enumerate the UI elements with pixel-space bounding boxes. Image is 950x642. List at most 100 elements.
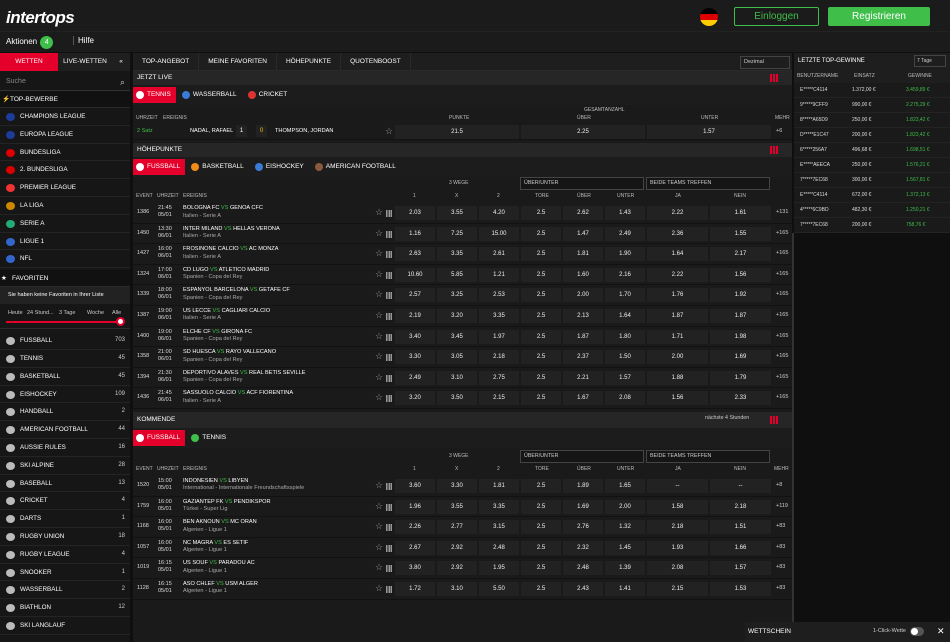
- hl-tab-basketball[interactable]: BASKETBALL: [188, 159, 249, 175]
- odds-cell-g[interactable]: 2.5: [521, 478, 561, 493]
- odds-cell-ov[interactable]: 2.76: [563, 520, 603, 535]
- odds-cell-g[interactable]: 2.5: [521, 520, 561, 535]
- up-tab-football[interactable]: FUSSBALL: [133, 429, 186, 446]
- odds-cell-o2[interactable]: 2.75: [479, 370, 519, 385]
- odds-cell-o1[interactable]: 2.03: [395, 206, 435, 220]
- favorite-star-icon[interactable]: ☆: [375, 269, 383, 280]
- odds-cell-g[interactable]: 2.5: [521, 206, 561, 220]
- match-row[interactable]: 1394 21:30 06/01 DEPORTIVO ALAVES VS REAL B…: [133, 367, 792, 389]
- odds-cell-y[interactable]: 1.64: [647, 247, 708, 262]
- odds-cell-y[interactable]: 2.22: [647, 206, 708, 220]
- stats-icon[interactable]: [386, 271, 392, 279]
- more-markets-link[interactable]: +165: [776, 374, 788, 380]
- btts-select[interactable]: BEIDE TEAMS TREFFEN: [646, 449, 770, 463]
- sidebar-item-sport[interactable]: EISHOCKEY 109: [0, 386, 130, 404]
- odds-cell-n[interactable]: 2.17: [710, 247, 771, 262]
- odds-cell-g[interactable]: 2.5: [521, 540, 561, 555]
- odds-cell-o1[interactable]: 3.60: [395, 478, 435, 493]
- favorite-star-icon[interactable]: ☆: [375, 542, 383, 553]
- odds-cell-o2[interactable]: 2.61: [479, 247, 519, 262]
- match-row[interactable]: 1168 16:00 05/01 BEN AKNOUN VS MC ORAN Alger…: [133, 517, 792, 538]
- more-markets-link[interactable]: +83: [776, 523, 785, 529]
- language-flag-icon[interactable]: [700, 8, 718, 26]
- close-icon[interactable]: ✕: [937, 626, 945, 637]
- odds-cell-n[interactable]: 1.56: [710, 267, 771, 282]
- more-markets-link[interactable]: +165: [776, 312, 788, 318]
- odds-cell-o1[interactable]: 2.19: [395, 308, 435, 323]
- stats-icon[interactable]: [386, 565, 392, 573]
- odds-cell-o2[interactable]: 15.00: [479, 226, 519, 241]
- sidebar-item-competition[interactable]: PREMIER LEAGUE: [0, 179, 130, 197]
- favorite-star-icon[interactable]: ☆: [375, 480, 383, 491]
- one-click-toggle[interactable]: [910, 627, 924, 636]
- odds-cell-o2[interactable]: 4.20: [479, 206, 519, 220]
- sidebar-item-competition[interactable]: NFL: [0, 250, 130, 269]
- odds-cell-n[interactable]: 1.87: [710, 308, 771, 323]
- sidebar-item-sport[interactable]: AUSSIE RULES 16: [0, 439, 130, 457]
- odds-cell-ov[interactable]: 1.67: [563, 391, 603, 406]
- odds-cell-o1[interactable]: 1.96: [395, 499, 435, 514]
- odds-cell-n[interactable]: 1.61: [710, 206, 771, 220]
- range-week[interactable]: Woche: [87, 310, 104, 316]
- nav-top-offer[interactable]: TOP-ANGEBOT: [133, 53, 200, 71]
- odds-cell-ov[interactable]: 2.48: [563, 561, 603, 576]
- odds-cell-g[interactable]: 2.5: [521, 370, 561, 385]
- odds-cell-ov[interactable]: 2.32: [563, 540, 603, 555]
- nav-odds-boost[interactable]: QUOTENBOOST: [341, 53, 411, 71]
- live-tab-tennis[interactable]: TENNIS: [133, 87, 176, 103]
- more-markets-link[interactable]: +83: [776, 585, 785, 591]
- odds-cell-y[interactable]: 2.36: [647, 226, 708, 241]
- match-row[interactable]: 1339 18:00 06/01 ESPANYOL BARCELONA VS GETA…: [133, 285, 792, 306]
- odds-cell-y[interactable]: 1.87: [647, 308, 708, 323]
- odds-cell-un[interactable]: 1.70: [605, 288, 645, 303]
- top-competitions-header[interactable]: ⚡ TOP-BEWERBE: [0, 91, 130, 108]
- promotions-link[interactable]: Aktionen 4: [6, 36, 54, 49]
- stats-icon[interactable]: [386, 230, 392, 238]
- match-row[interactable]: 1759 16:00 05/01 GAZIANTEP FK VS PENDIKSPOR…: [133, 496, 792, 518]
- sidebar-item-competition[interactable]: SERIE A: [0, 215, 130, 233]
- odds-cell-un[interactable]: 1.32: [605, 520, 645, 535]
- stats-icon[interactable]: [386, 251, 392, 259]
- scrollbar[interactable]: [792, 233, 794, 642]
- tab-bets[interactable]: WETTEN: [0, 53, 58, 71]
- odds-cell-g[interactable]: 2.5: [521, 391, 561, 406]
- more-markets-link[interactable]: +165: [776, 353, 788, 359]
- over-under-select[interactable]: ÜBER/UNTER: [520, 449, 644, 463]
- odds-cell-ox[interactable]: 3.55: [437, 499, 477, 514]
- odds-cell-ov[interactable]: 1.87: [563, 329, 603, 344]
- odds-cell-y[interactable]: 2.22: [647, 267, 708, 282]
- odds-cell-n[interactable]: 2.18: [710, 499, 771, 514]
- favorite-star-icon[interactable]: ☆: [375, 248, 383, 259]
- sidebar-item-sport[interactable]: SNOOKER 1: [0, 564, 130, 582]
- match-row[interactable]: 1324 17:00 06/01 CD LUGO VS ATLETICO MADRID…: [133, 264, 792, 286]
- odds-cell-n[interactable]: 1.98: [710, 329, 771, 344]
- odds-cell-n[interactable]: 1.66: [710, 540, 771, 555]
- grid-view-icon[interactable]: [770, 415, 778, 424]
- odds-cell-ox[interactable]: 3.45: [437, 329, 477, 344]
- favorite-star-icon[interactable]: ☆: [375, 228, 383, 239]
- more-markets-link[interactable]: +165: [776, 333, 788, 339]
- odds-cell-ov[interactable]: 2.37: [563, 350, 603, 365]
- sidebar-item-sport[interactable]: SKI ALPINE 28: [0, 457, 130, 475]
- grid-view-icon[interactable]: [770, 146, 778, 154]
- odds-cell-un[interactable]: 1.57: [605, 370, 645, 385]
- odds-cell-o2[interactable]: 1.21: [479, 267, 519, 282]
- sidebar-item-competition[interactable]: CHAMPIONS LEAGUE: [0, 108, 130, 126]
- odds-cell-ox[interactable]: 3.55: [437, 206, 477, 220]
- odds-cell-ov[interactable]: 2.43: [563, 581, 603, 596]
- odds-cell-g[interactable]: 2.5: [521, 288, 561, 303]
- stats-icon[interactable]: [386, 210, 392, 217]
- nav-highlights[interactable]: HÖHEPUNKTE: [277, 53, 342, 71]
- odds-cell-ov[interactable]: 1.69: [563, 499, 603, 514]
- odds-cell-ox[interactable]: 2.77: [437, 520, 477, 535]
- more-markets-link[interactable]: +119: [776, 503, 788, 509]
- range-all[interactable]: Alle: [112, 310, 121, 316]
- odds-cell-ox[interactable]: 3.20: [437, 308, 477, 323]
- odds-cell-o1[interactable]: 2.49: [395, 370, 435, 385]
- odds-cell-ox[interactable]: 5.85: [437, 267, 477, 282]
- stats-icon[interactable]: [386, 374, 392, 382]
- odds-cell-y[interactable]: 2.00: [647, 350, 708, 365]
- more-markets-link[interactable]: +131: [776, 209, 788, 215]
- match-row[interactable]: 1450 13:30 06/01 INTER MILAND VS HELLAS VER…: [133, 223, 792, 245]
- odds-cell-g[interactable]: 2.5: [521, 561, 561, 576]
